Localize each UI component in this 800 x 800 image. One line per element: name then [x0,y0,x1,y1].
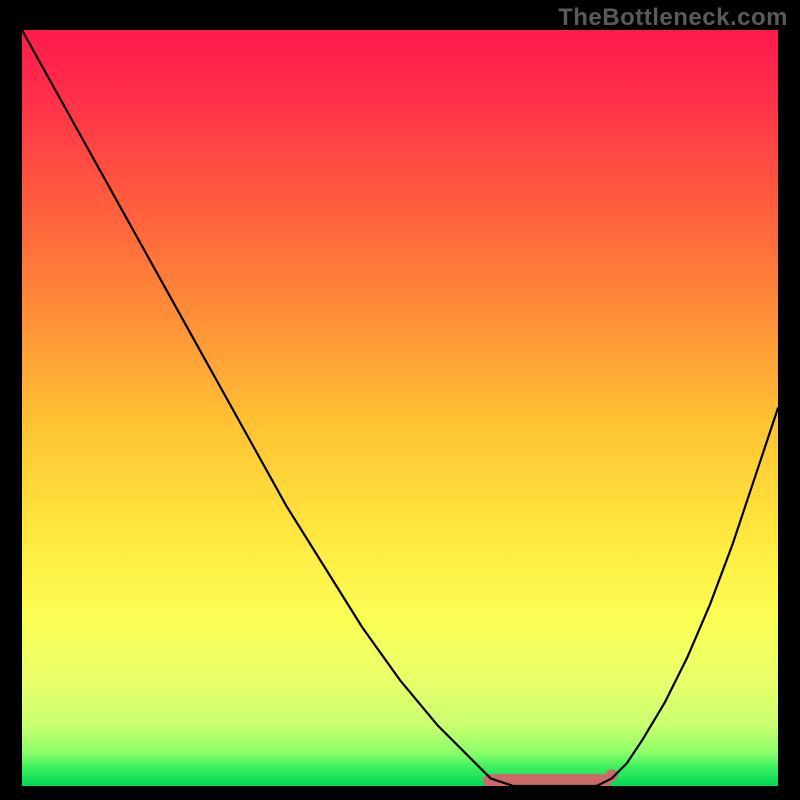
plot-area [22,30,778,786]
chart-svg [22,30,778,786]
gradient-background [22,30,778,786]
chart-frame: TheBottleneck.com [0,0,800,800]
optimal-range-marker [483,774,612,786]
watermark-text: TheBottleneck.com [558,4,788,32]
